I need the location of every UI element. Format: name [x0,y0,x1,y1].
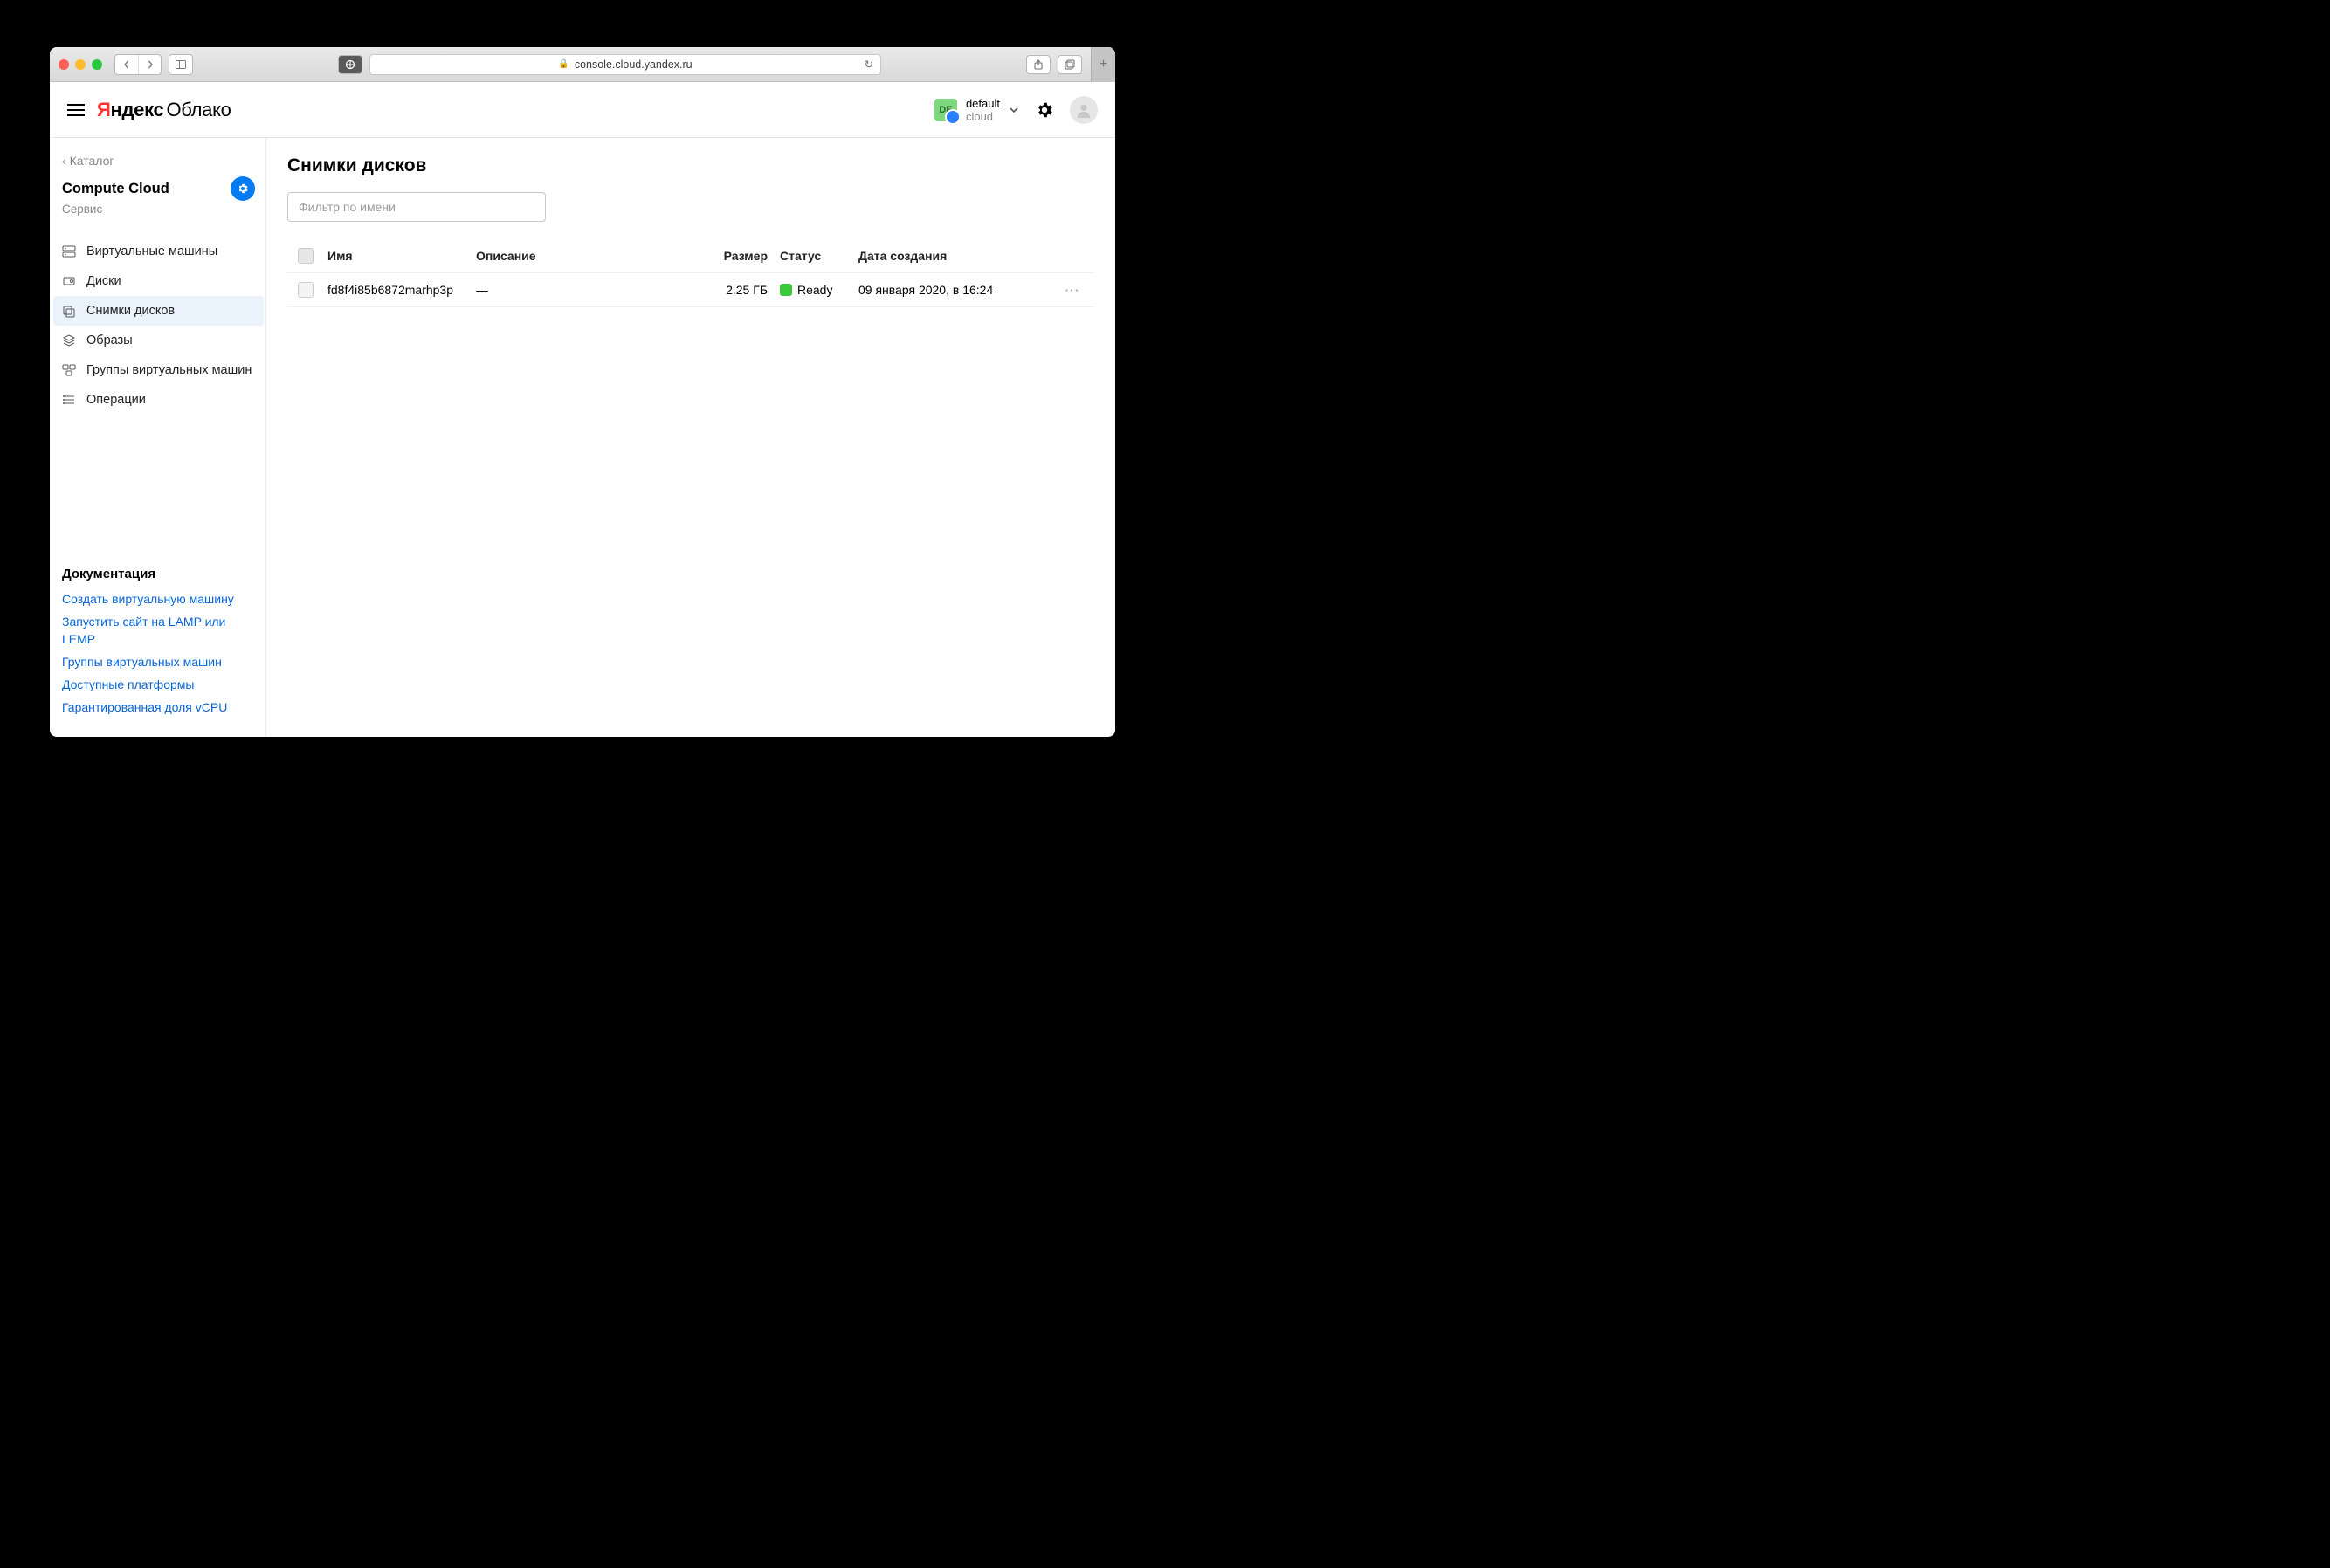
tabs-button[interactable] [1058,55,1082,74]
docs-section: Документация Создать виртуальную машину … [62,567,255,721]
row-actions-button[interactable]: ··· [1051,283,1094,297]
page-title: Снимки дисков [287,155,1094,176]
docs-link[interactable]: Группы виртуальных машин [62,653,255,671]
reload-icon[interactable]: ↻ [865,58,873,71]
close-window-button[interactable] [59,59,69,70]
disk-icon [62,274,76,288]
list-icon [62,393,76,407]
logo[interactable]: ЯндексОблако [97,99,231,121]
reader-button[interactable] [338,55,362,74]
sidebar-item-label: Образы [86,334,133,347]
docs-link[interactable]: Гарантированная доля vCPU [62,698,255,716]
url-text: console.cloud.yandex.ru [575,58,693,71]
share-button[interactable] [1026,55,1051,74]
cell-created: 09 января 2020, в 16:24 [858,283,1051,297]
new-tab-button[interactable]: + [1091,47,1115,82]
server-icon [62,244,76,258]
breadcrumb-back[interactable]: Каталог [62,154,255,168]
sidebar-item-label: Виртуальные машины [86,244,217,258]
service-title: Compute Cloud [62,181,169,197]
table-header: Имя Описание Размер Статус Дата создания [287,239,1094,273]
sidebar-toggle[interactable] [169,54,193,75]
docs-link[interactable]: Доступные платформы [62,676,255,693]
col-description: Описание [476,249,701,263]
browser-window: 🔒 console.cloud.yandex.ru ↻ + ЯндексОбла… [50,47,1115,737]
app-body: Каталог Compute Cloud Сервис Виртуальные… [50,138,1115,737]
chevron-down-icon [1009,102,1019,118]
snapshots-table: Имя Описание Размер Статус Дата создания… [287,239,1094,307]
sidebar-item-images[interactable]: Образы [53,326,264,355]
sidebar-nav: Виртуальные машины Диски Снимки дисков О… [62,237,255,415]
col-size: Размер [701,249,780,263]
col-created: Дата создания [858,249,1051,263]
sidebar-item-label: Группы виртуальных машин [86,363,252,377]
forward-button[interactable] [138,55,161,74]
snapshot-icon [62,304,76,318]
service-subtitle: Сервис [62,203,255,216]
lock-icon: 🔒 [558,59,569,69]
sidebar-item-vm-groups[interactable]: Группы виртуальных машин [53,355,264,385]
url-bar[interactable]: 🔒 console.cloud.yandex.ru ↻ [369,54,881,75]
app-header: ЯндексОблако DE default cloud [50,82,1115,138]
sidebar: Каталог Compute Cloud Сервис Виртуальные… [50,138,266,737]
minimize-window-button[interactable] [75,59,86,70]
main-content: Снимки дисков Имя Описание Размер Статус… [266,138,1115,737]
sidebar-item-label: Операции [86,393,146,407]
window-controls [59,59,102,70]
cell-name: fd8f4i85b6872marhp3p [327,283,476,297]
filter-input[interactable] [287,192,546,222]
nav-buttons [114,54,162,75]
cloud-selector[interactable]: DE default cloud [934,97,1019,123]
cell-description: — [476,283,701,297]
cloud-badge: DE [934,99,957,121]
sidebar-item-label: Диски [86,274,121,288]
status-indicator-icon [780,284,792,296]
maximize-window-button[interactable] [92,59,102,70]
row-checkbox[interactable] [298,282,314,298]
avatar[interactable] [1070,96,1098,124]
cloud-name: default [966,97,1000,110]
sidebar-item-vms[interactable]: Виртуальные машины [53,237,264,266]
service-settings-button[interactable] [231,176,255,201]
logo-letter: Я [97,99,111,120]
docs-link[interactable]: Запустить сайт на LAMP или LEMP [62,613,255,648]
menu-button[interactable] [67,104,85,116]
browser-chrome: 🔒 console.cloud.yandex.ru ↻ + [50,47,1115,82]
table-row[interactable]: fd8f4i85b6872marhp3p — 2.25 ГБ Ready 09 … [287,273,1094,307]
cloud-type: cloud [966,110,1000,123]
docs-title: Документация [62,567,255,581]
sidebar-item-disks[interactable]: Диски [53,266,264,296]
cell-size: 2.25 ГБ [701,283,780,297]
back-button[interactable] [115,55,138,74]
sidebar-item-operations[interactable]: Операции [53,385,264,415]
layers-icon [62,334,76,347]
cell-status: Ready [780,283,858,297]
col-status: Статус [780,249,858,263]
settings-button[interactable] [1035,100,1054,120]
groups-icon [62,363,76,377]
select-all-checkbox[interactable] [298,248,314,264]
col-name: Имя [327,249,476,263]
sidebar-item-label: Снимки дисков [86,304,175,318]
sidebar-item-snapshots[interactable]: Снимки дисков [53,296,264,326]
docs-link[interactable]: Создать виртуальную машину [62,590,255,608]
